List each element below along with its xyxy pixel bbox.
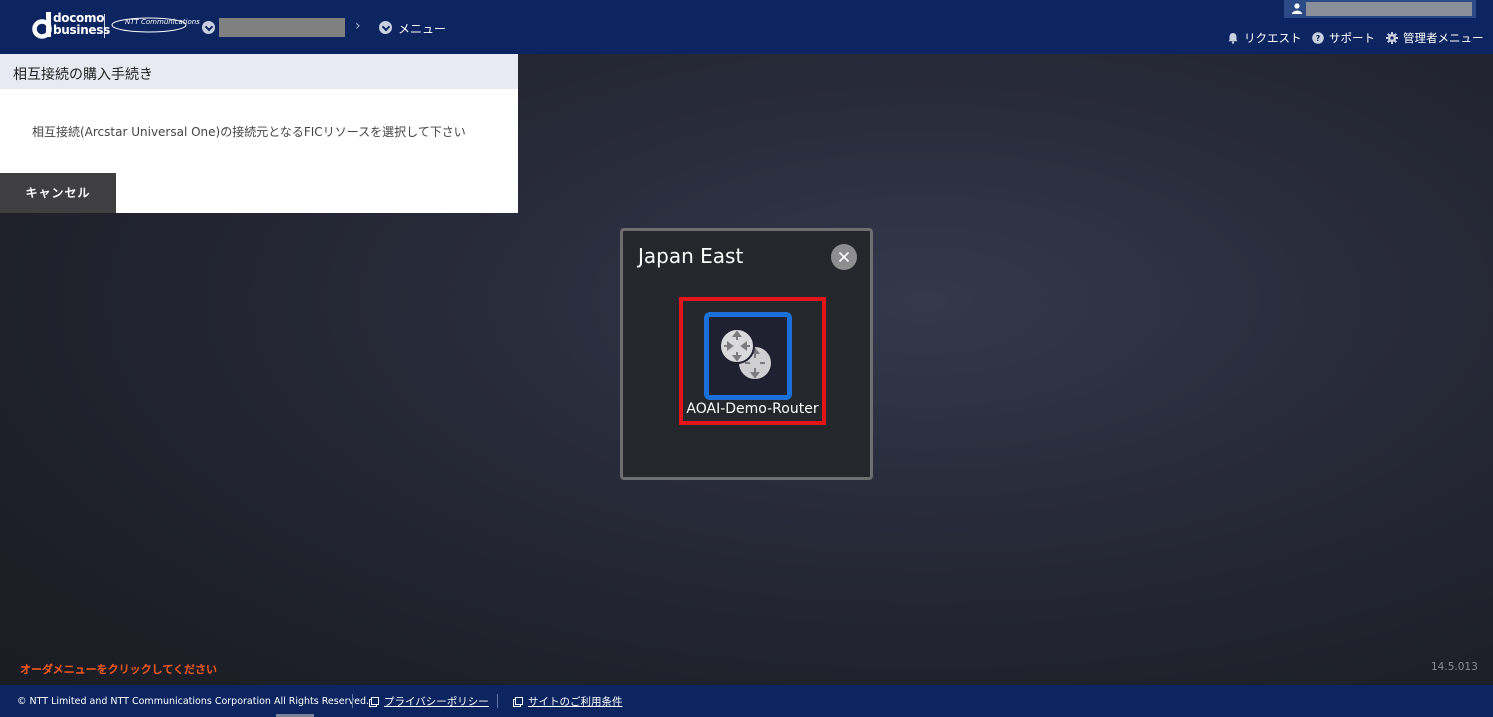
privacy-link[interactable]: プライバシーポリシー <box>369 694 489 709</box>
terms-label: サイトのご利用条件 <box>528 696 623 708</box>
copyright: © NTT Limited and NTT Communications Cor… <box>17 696 369 707</box>
request-label: リクエスト <box>1244 31 1302 45</box>
help-icon: ? <box>1312 32 1324 44</box>
brand-logo[interactable]: docomo business <box>53 12 110 36</box>
request-link[interactable]: リクエスト <box>1227 30 1302 46</box>
footer-divider <box>497 694 498 708</box>
router-icon <box>719 328 773 381</box>
order-hint: オーダメニューをクリックしてください <box>20 663 218 676</box>
external-link-icon <box>369 696 379 707</box>
footer-divider <box>352 694 353 708</box>
close-icon <box>838 251 850 263</box>
cancel-button[interactable]: キャンセル <box>0 173 116 213</box>
external-link-icon <box>513 696 523 707</box>
router-label[interactable]: AOAI-Demo-Router <box>680 401 825 417</box>
user-name-redacted <box>1306 2 1472 16</box>
support-link[interactable]: ? サポート <box>1312 30 1375 46</box>
user-account[interactable] <box>1284 0 1476 18</box>
support-label: サポート <box>1329 31 1375 45</box>
panel-title: 相互接続の購入手続き <box>0 54 518 89</box>
panel-message: 相互接続(Arcstar Universal One)の接続元となるFICリソー… <box>32 125 466 139</box>
admin-menu-link[interactable]: 管理者メニュー <box>1386 30 1484 46</box>
footer: © NTT Limited and NTT Communications Cor… <box>0 685 1493 717</box>
user-icon <box>1292 3 1302 14</box>
bell-icon <box>1228 33 1238 44</box>
breadcrumb-redacted[interactable] <box>219 18 345 37</box>
partner-name: NTT Communications <box>125 18 200 26</box>
region-dialog: Japan East AOAI-Demo-Router <box>620 228 873 480</box>
docomo-d-logo-icon <box>32 12 52 39</box>
chevron-down-circle-icon[interactable] <box>202 21 215 34</box>
gear-icon <box>1386 32 1398 44</box>
breadcrumb-menu[interactable]: メニュー <box>398 20 446 37</box>
svg-text:?: ? <box>1316 34 1321 43</box>
brand-bottom: business <box>53 23 110 37</box>
logo-divider <box>104 14 105 38</box>
ntt-logo: NTT Communications <box>111 17 200 33</box>
top-header: docomo business NTT Communications › メニュ… <box>0 0 1493 54</box>
chevron-down-circle-icon[interactable] <box>379 21 392 34</box>
region-title: Japan East <box>638 244 744 268</box>
version-label: 14.5.013 <box>1431 661 1478 673</box>
close-button[interactable] <box>831 244 857 270</box>
breadcrumb-separator-icon: › <box>355 18 361 34</box>
router-tile[interactable] <box>704 312 792 400</box>
purchase-panel: 相互接続の購入手続き 相互接続(Arcstar Universal One)の接… <box>0 54 518 213</box>
admin-menu-label: 管理者メニュー <box>1403 31 1484 45</box>
terms-link[interactable]: サイトのご利用条件 <box>513 694 623 709</box>
privacy-label: プライバシーポリシー <box>384 696 489 708</box>
